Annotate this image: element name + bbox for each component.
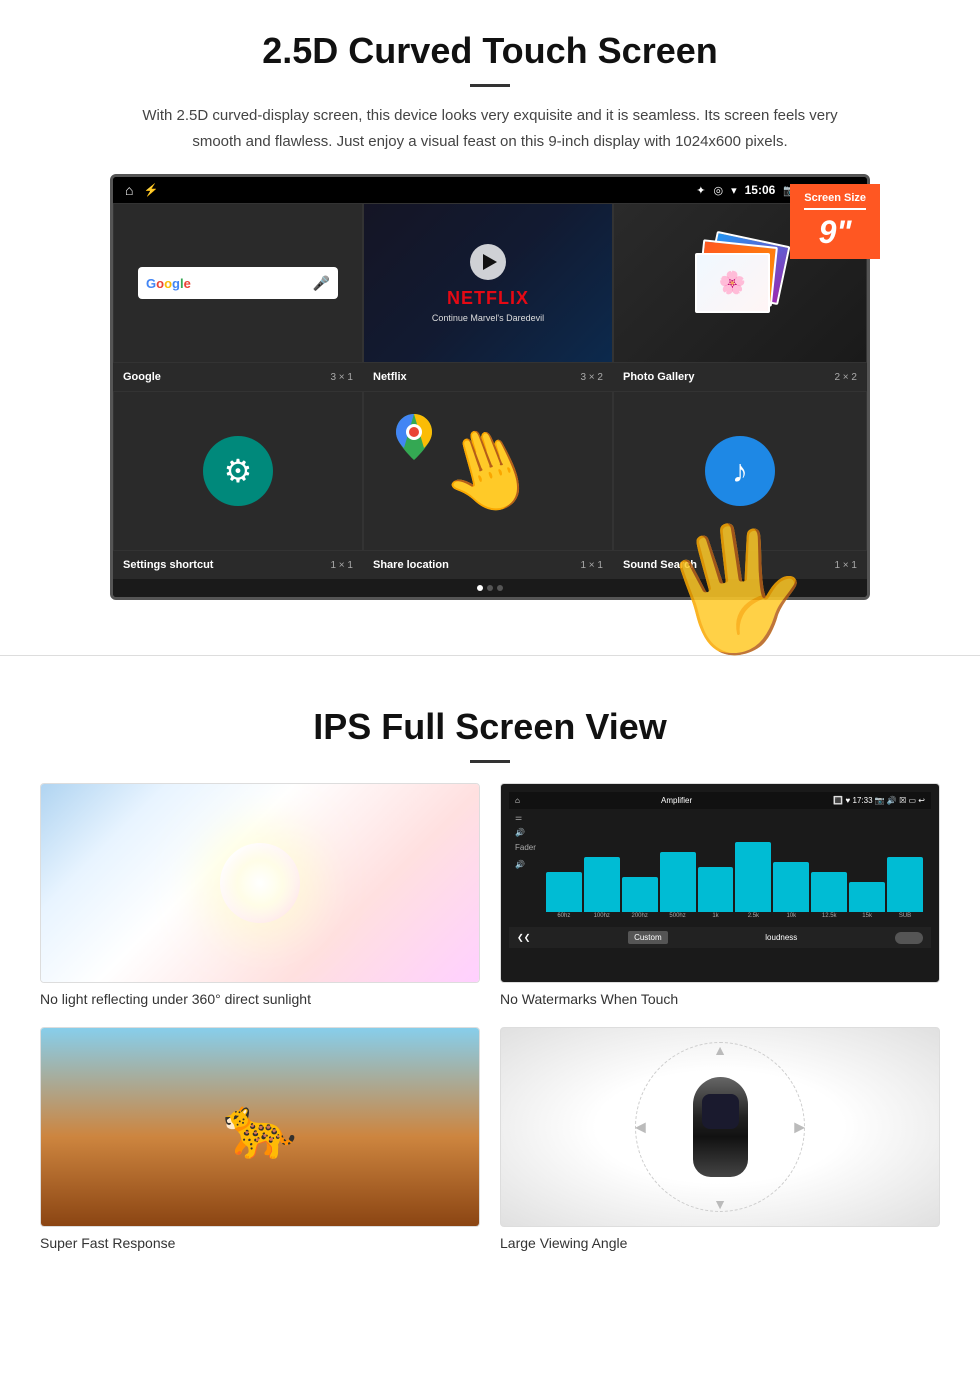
car-body-top (688, 1072, 753, 1182)
amp-toggle[interactable] (895, 932, 923, 944)
amplifier-image: ⌂ Amplifier 🔳 ♥ 17:33 📷 🔊 ☒ ▭ ↩ ⚌ 🔊 Fade… (500, 783, 940, 983)
location-icon: ◎ (713, 184, 723, 197)
title-divider-2 (470, 760, 510, 763)
google-label-cell: Google 3 × 1 (113, 367, 363, 387)
feature-response: 🐆 Super Fast Response (40, 1027, 480, 1251)
app-row-1: Google 🎤 NETFLIX Continue Marvel's Dared… (113, 203, 867, 363)
viewing-angle-label: Large Viewing Angle (500, 1235, 940, 1251)
app-cell-share[interactable]: 🤚 (363, 391, 613, 551)
screen-size-label: Screen Size (804, 192, 866, 204)
app-cell-google[interactable]: Google 🎤 (113, 203, 363, 363)
netflix-logo: NETFLIX (447, 288, 529, 309)
feature-viewing-angle: ▲ ▼ ◀ ▶ Large Viewing Angle (500, 1027, 940, 1251)
arrow-up: ▲ (713, 1042, 727, 1058)
google-search-bar[interactable]: Google 🎤 (138, 267, 338, 299)
section-divider (0, 655, 980, 656)
share-app-name: Share location (373, 559, 449, 571)
arrow-left: ◀ (635, 1119, 646, 1136)
netflix-app-name: Netflix (373, 371, 407, 383)
gallery-stack: 🌸 (690, 238, 790, 328)
hand-touch-overlay: 🖐 (650, 508, 821, 672)
section1-description: With 2.5D curved-display screen, this de… (140, 103, 840, 154)
watermarks-label: No Watermarks When Touch (500, 991, 940, 1007)
sound-app-size: 1 × 1 (834, 560, 857, 571)
settings-app-name: Settings shortcut (123, 559, 213, 571)
gallery-card-3: 🌸 (695, 253, 770, 313)
section1-title: 2.5D Curved Touch Screen (40, 30, 940, 72)
play-button[interactable] (470, 244, 506, 280)
feature-watermarks: ⌂ Amplifier 🔳 ♥ 17:33 📷 🔊 ☒ ▭ ↩ ⚌ 🔊 Fade… (500, 783, 940, 1007)
dot-2 (487, 585, 493, 591)
status-bar: ⌂ ⚡ ✦ ◎ ▾ 15:06 📷 🔊 ☒ ▭ (113, 177, 867, 203)
amp-title: Amplifier (661, 796, 692, 805)
car-windshield (702, 1094, 739, 1129)
sunlight-image (40, 783, 480, 983)
response-label: Super Fast Response (40, 1235, 480, 1251)
share-app-size: 1 × 1 (580, 560, 603, 571)
netflix-subtitle: Continue Marvel's Daredevil (432, 313, 544, 323)
google-logo: Google (146, 276, 191, 291)
arrow-right: ▶ (794, 1119, 805, 1136)
arrow-down: ▼ (713, 1196, 727, 1212)
amp-header: ⌂ Amplifier 🔳 ♥ 17:33 📷 🔊 ☒ ▭ ↩ (509, 792, 931, 809)
wifi-icon: ▾ (731, 184, 737, 197)
section2-title: IPS Full Screen View (40, 706, 940, 748)
app-label-row-1: Google 3 × 1 Netflix 3 × 2 Photo Gallery… (113, 363, 867, 391)
google-app-size: 3 × 1 (330, 372, 353, 383)
amp-custom-btn[interactable]: Custom (628, 931, 668, 944)
amplifier-ui: ⌂ Amplifier 🔳 ♥ 17:33 📷 🔊 ☒ ▭ ↩ ⚌ 🔊 Fade… (509, 792, 931, 974)
bluetooth-icon: ✦ (696, 184, 705, 197)
feature-sunlight: No light reflecting under 360° direct su… (40, 783, 480, 1007)
usb-icon: ⚡ (143, 183, 158, 197)
section-ips-screen: IPS Full Screen View No light reflecting… (0, 686, 980, 1281)
screen-size-badge: Screen Size 9" (790, 184, 880, 259)
google-app-name: Google (123, 371, 161, 383)
app-cell-settings[interactable]: ⚙ (113, 391, 363, 551)
gallery-label-cell: Photo Gallery 2 × 2 (613, 367, 867, 387)
netflix-app-size: 3 × 2 (580, 372, 603, 383)
share-label-cell: Share location 1 × 1 (363, 555, 613, 575)
dot-1 (477, 585, 483, 591)
sunlight-visual (41, 784, 479, 982)
cheetah-visual: 🐆 (41, 1028, 479, 1226)
settings-label-cell: Settings shortcut 1 × 1 (113, 555, 363, 575)
screen-size-number: 9" (804, 214, 866, 251)
sunlight-label: No light reflecting under 360° direct su… (40, 991, 480, 1007)
amp-footer: ❮❮ Custom loudness (509, 927, 931, 948)
netflix-content: NETFLIX Continue Marvel's Daredevil (432, 244, 544, 323)
amp-nav: ❮❮ (517, 933, 530, 942)
settings-app-size: 1 × 1 (330, 560, 353, 571)
section-curved-screen: 2.5D Curved Touch Screen With 2.5D curve… (0, 0, 980, 625)
feature-grid: No light reflecting under 360° direct su… (40, 783, 940, 1251)
hand-pointing-icon: 🤚 (425, 410, 551, 532)
play-triangle-icon (483, 254, 497, 270)
netflix-label-cell: Netflix 3 × 2 (363, 367, 613, 387)
device-container: Screen Size 9" ⌂ ⚡ ✦ ◎ ▾ 15:06 📷 🔊 ☒ (110, 174, 870, 600)
car-image: ▲ ▼ ◀ ▶ (500, 1027, 940, 1227)
gallery-app-name: Photo Gallery (623, 371, 695, 383)
dot-3 (497, 585, 503, 591)
sound-search-icon: ♪ (705, 436, 775, 506)
gallery-app-size: 2 × 2 (834, 372, 857, 383)
badge-divider (804, 208, 866, 210)
amp-home-icon: ⌂ (515, 796, 520, 805)
amp-loudness-label: loudness (765, 933, 797, 942)
home-icon[interactable]: ⌂ (125, 182, 133, 198)
amp-status: 🔳 ♥ 17:33 📷 🔊 ☒ ▭ ↩ (833, 796, 925, 805)
cheetah-image: 🐆 (40, 1027, 480, 1227)
settings-icon: ⚙ (203, 436, 273, 506)
maps-icon (394, 412, 434, 471)
title-divider (470, 84, 510, 87)
car-top-view: ▲ ▼ ◀ ▶ (630, 1037, 810, 1217)
status-time: 15:06 (745, 183, 776, 197)
app-cell-netflix[interactable]: NETFLIX Continue Marvel's Daredevil (363, 203, 613, 363)
mic-icon: 🎤 (313, 275, 330, 292)
sun-glow (220, 843, 300, 923)
status-left: ⌂ ⚡ (125, 182, 158, 198)
amp-bars: 60hz 100hz 200hz (544, 813, 925, 923)
